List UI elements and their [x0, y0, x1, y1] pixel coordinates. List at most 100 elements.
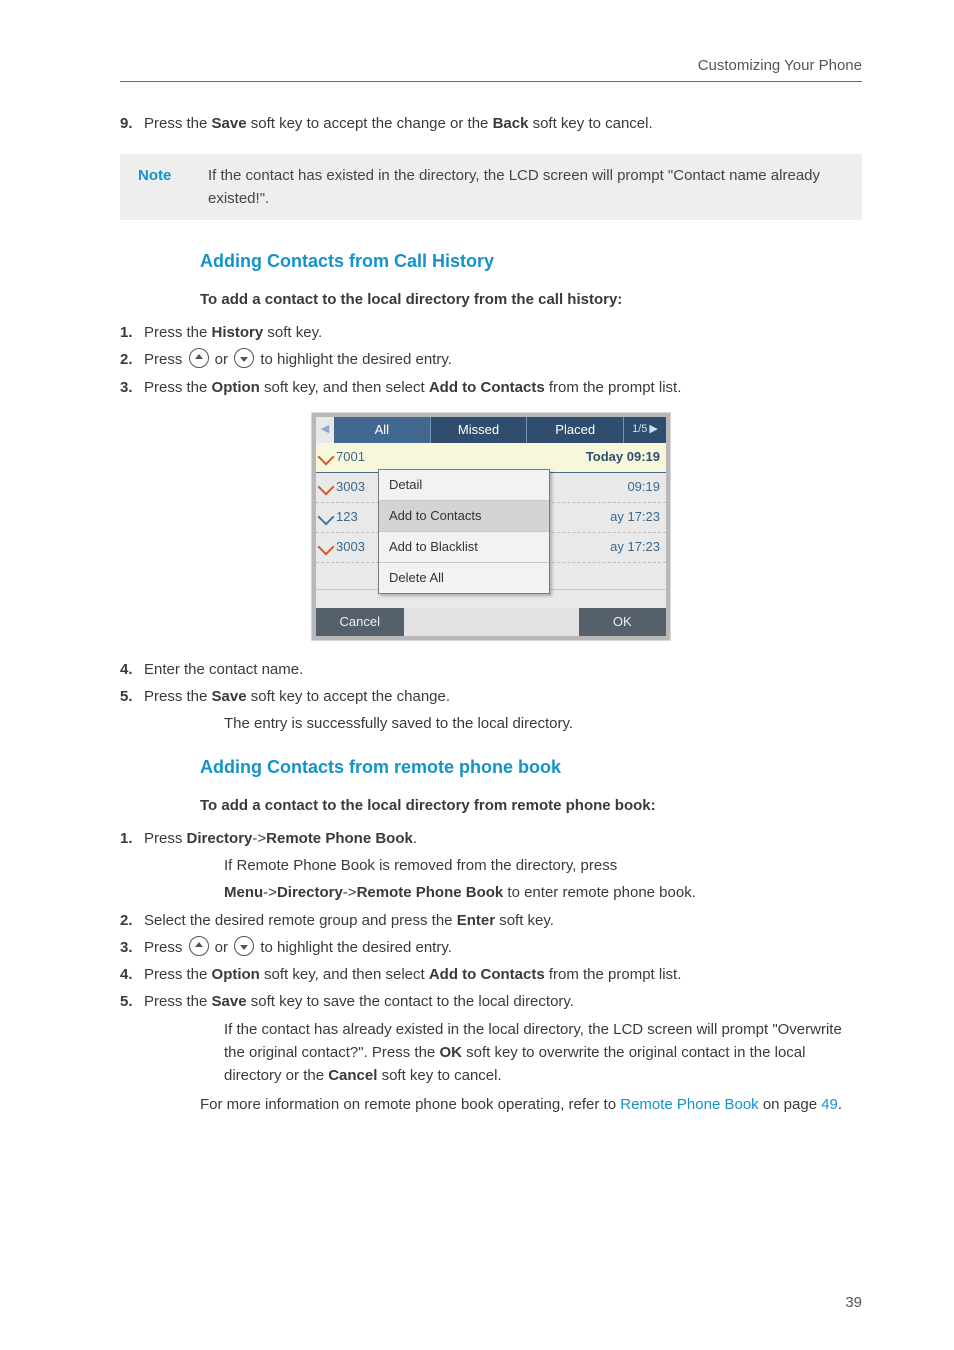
- secB-step-5a: If the contact has already existed in th…: [224, 1018, 862, 1088]
- text: Press the: [144, 115, 212, 132]
- section-title-call-history: Adding Contacts from Call History: [200, 248, 862, 276]
- arrow-text: ->: [343, 884, 357, 901]
- text: soft key to save the contact to the loca…: [247, 993, 574, 1010]
- secB-step-2: 2. Select the desired remote group and p…: [120, 909, 862, 932]
- softkey-blank: [404, 608, 492, 636]
- step-number: 3.: [120, 936, 144, 959]
- call-number: 3003: [336, 537, 365, 557]
- directory-ref: Directory: [277, 884, 343, 901]
- secA-step-5-note: The entry is successfully saved to the l…: [224, 712, 862, 735]
- step-body: Press the Save soft key to accept the ch…: [144, 112, 862, 135]
- text: or: [211, 351, 233, 368]
- text: soft key, and then select: [260, 966, 429, 983]
- save-softkey-ref: Save: [212, 993, 247, 1010]
- lead-remote-phone-book: To add a contact to the local directory …: [200, 794, 862, 817]
- save-softkey-ref: Save: [212, 688, 247, 705]
- menu-item-delete-all[interactable]: Delete All: [379, 563, 549, 593]
- step-body: Press Directory->Remote Phone Book.: [144, 827, 862, 850]
- secB-step-3: 3. Press or to highlight the desired ent…: [120, 936, 862, 959]
- note-box: Note If the contact has existed in the d…: [120, 154, 862, 221]
- down-arrow-key-icon: [234, 348, 254, 368]
- phone-screenshot: ◀ All Missed Placed 1/5 ▶ 7001 Today 09:…: [312, 413, 670, 640]
- tab-count: 1/5 ▶: [624, 417, 666, 443]
- text: soft key.: [495, 912, 554, 929]
- step-body: Press or to highlight the desired entry.: [144, 348, 862, 371]
- text: to highlight the desired entry.: [256, 351, 452, 368]
- remote-phone-book-link[interactable]: Remote Phone Book: [620, 1096, 758, 1113]
- text: Press the: [144, 993, 212, 1010]
- add-to-contacts-ref: Add to Contacts: [429, 379, 545, 396]
- step-number: 4.: [120, 658, 144, 681]
- secB-step-1a: If Remote Phone Book is removed from the…: [224, 854, 862, 877]
- count-text: 1/5: [632, 421, 647, 438]
- tab-all[interactable]: All: [334, 417, 431, 443]
- text: soft key to cancel.: [528, 115, 652, 132]
- secA-step-2: 2. Press or to highlight the desired ent…: [120, 348, 862, 371]
- secA-step-1: 1. Press the History soft key.: [120, 321, 862, 344]
- secA-step-5: 5. Press the Save soft key to accept the…: [120, 685, 862, 708]
- text: Press the: [144, 379, 212, 396]
- text: soft key to accept the change or the: [247, 115, 493, 132]
- menu-item-add-to-contacts[interactable]: Add to Contacts: [379, 501, 549, 532]
- step-body: Press or to highlight the desired entry.: [144, 936, 862, 959]
- secA-step-4: 4. Enter the contact name.: [120, 658, 862, 681]
- note-body: If the contact has existed in the direct…: [208, 164, 844, 211]
- step-number: 3.: [120, 376, 144, 399]
- call-direction-icon: [318, 449, 335, 466]
- down-arrow-key-icon: [234, 936, 254, 956]
- section-title-remote-phone-book: Adding Contacts from remote phone book: [200, 754, 862, 782]
- step-number: 2.: [120, 909, 144, 932]
- softkey-blank: [491, 608, 579, 636]
- page-ref-link[interactable]: 49: [821, 1096, 838, 1113]
- text: Press: [144, 830, 187, 847]
- secB-step-1: 1. Press Directory->Remote Phone Book.: [120, 827, 862, 850]
- step-body: Press the Save soft key to save the cont…: [144, 990, 862, 1013]
- text: Press the: [144, 688, 212, 705]
- text: Press the: [144, 966, 212, 983]
- text: soft key to cancel.: [377, 1067, 501, 1084]
- remote-phone-book-ref: Remote Phone Book: [266, 830, 413, 847]
- menu-item-detail[interactable]: Detail: [379, 470, 549, 501]
- tab-placed[interactable]: Placed: [527, 417, 624, 443]
- text: from the prompt list.: [545, 379, 682, 396]
- step-number: 2.: [120, 348, 144, 371]
- phone-tabs: ◀ All Missed Placed 1/5 ▶: [316, 417, 666, 443]
- step-body: Press the History soft key.: [144, 321, 862, 344]
- call-number: 123: [336, 507, 358, 527]
- lead-call-history: To add a contact to the local directory …: [200, 288, 862, 311]
- softkey-cancel[interactable]: Cancel: [316, 608, 404, 636]
- back-softkey-ref: Back: [493, 115, 529, 132]
- step-9: 9. Press the Save soft key to accept the…: [120, 112, 862, 135]
- call-direction-icon: [318, 479, 335, 496]
- text: Press the: [144, 324, 212, 341]
- softkey-ok[interactable]: OK: [579, 608, 667, 636]
- header-chapter-title: Customizing Your Phone: [120, 54, 862, 77]
- call-time: ay 17:23: [610, 507, 660, 527]
- remote-phone-book-ref: Remote Phone Book: [357, 884, 504, 901]
- up-arrow-key-icon: [189, 348, 209, 368]
- step-body: Press the Option soft key, and then sele…: [144, 963, 862, 986]
- text: to enter remote phone book.: [503, 884, 696, 901]
- secB-step-5: 5. Press the Save soft key to save the c…: [120, 990, 862, 1013]
- call-direction-icon: [318, 539, 335, 556]
- call-time: ay 17:23: [610, 537, 660, 557]
- secB-tail: For more information on remote phone boo…: [200, 1093, 862, 1116]
- step-number: 9.: [120, 112, 144, 135]
- directory-ref: Directory: [187, 830, 253, 847]
- text: to highlight the desired entry.: [256, 939, 452, 956]
- secB-step-4: 4. Press the Option soft key, and then s…: [120, 963, 862, 986]
- text: or: [211, 939, 233, 956]
- text: Press: [144, 939, 187, 956]
- menu-item-add-to-blacklist[interactable]: Add to Blacklist: [379, 532, 549, 563]
- option-softkey-ref: Option: [212, 379, 260, 396]
- step-body: Press the Save soft key to accept the ch…: [144, 685, 862, 708]
- step-number: 4.: [120, 963, 144, 986]
- tab-missed[interactable]: Missed: [431, 417, 528, 443]
- header-rule: [120, 81, 862, 82]
- tab-left-arrow-icon[interactable]: ◀: [316, 417, 334, 443]
- text: soft key, and then select: [260, 379, 429, 396]
- save-softkey-ref: Save: [212, 115, 247, 132]
- cancel-softkey-ref: Cancel: [328, 1067, 377, 1084]
- step-body: Select the desired remote group and pres…: [144, 909, 862, 932]
- tab-right-arrow-icon[interactable]: ▶: [649, 421, 657, 438]
